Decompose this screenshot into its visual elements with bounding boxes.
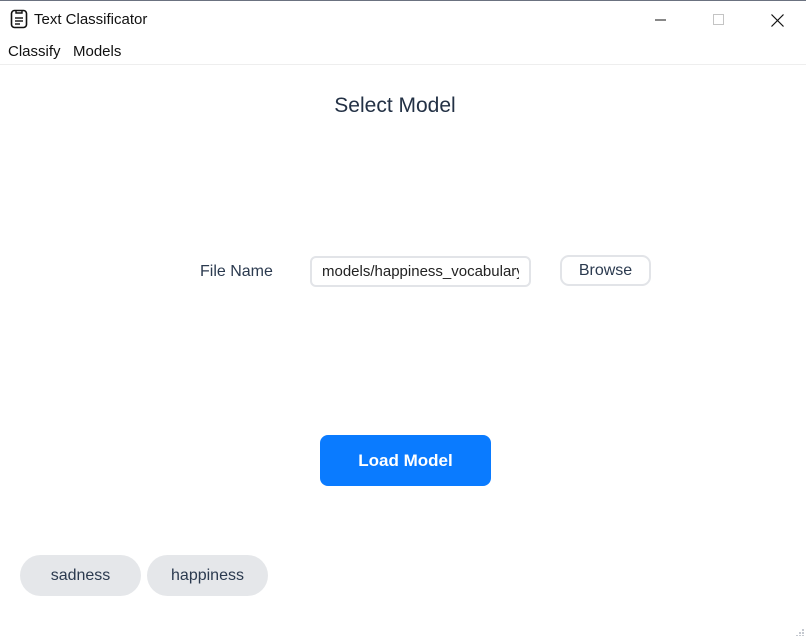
document-icon — [10, 9, 28, 29]
page-title: Select Model — [334, 94, 456, 117]
model-chip-sadness[interactable]: sadness — [20, 555, 141, 596]
menu-bar: Classify Models — [0, 39, 806, 65]
maximize-button[interactable] — [696, 1, 742, 39]
resize-grip-icon[interactable] — [795, 625, 805, 636]
close-icon — [770, 13, 784, 27]
load-model-button[interactable]: Load Model — [320, 435, 491, 486]
title-bar[interactable]: Text Classificator — [0, 1, 806, 39]
file-name-label: File Name — [200, 263, 273, 280]
app-window: Text Classificator Classify Models Selec… — [0, 0, 806, 636]
window-title: Text Classificator — [34, 11, 148, 28]
browse-button[interactable]: Browse — [560, 255, 651, 286]
file-name-input[interactable] — [310, 256, 531, 287]
minimize-icon — [655, 14, 667, 26]
menu-classify[interactable]: Classify — [8, 43, 61, 61]
menu-models[interactable]: Models — [73, 43, 121, 61]
close-button[interactable] — [754, 1, 800, 39]
maximize-icon — [713, 14, 725, 26]
model-chip-happiness[interactable]: happiness — [147, 555, 268, 596]
minimize-button[interactable] — [638, 1, 684, 39]
